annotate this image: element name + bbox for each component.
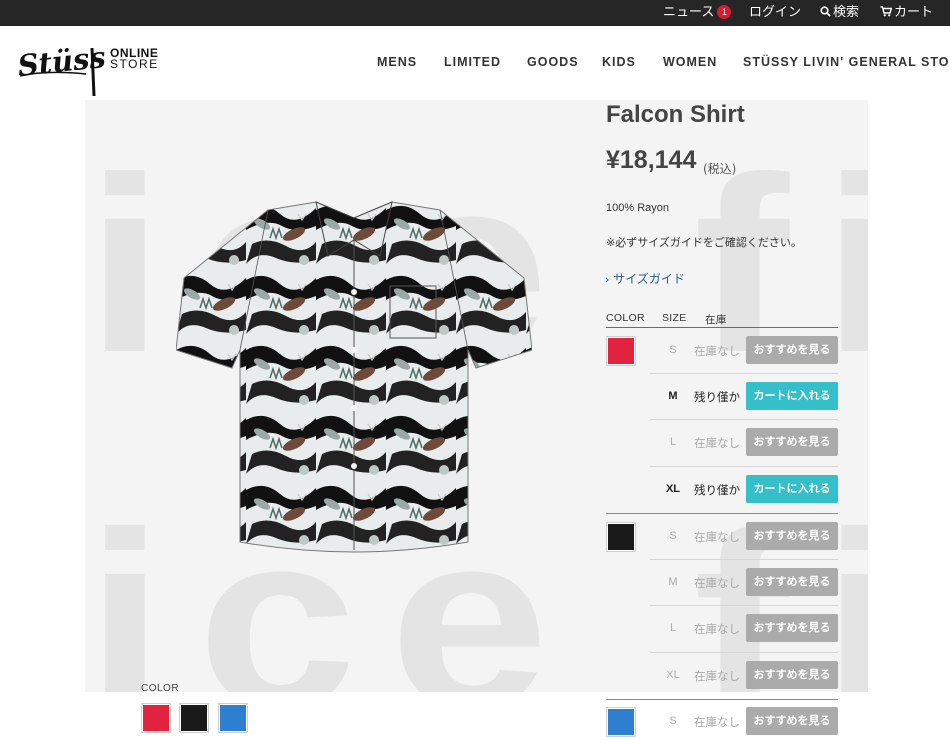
swatch-red-chip [608,338,634,364]
online-label-line2: STORE [110,57,159,71]
gallery-color-label: COLOR [141,683,180,694]
search-label: 検索 [833,5,860,20]
search-link[interactable]: 検索 [820,0,859,26]
row-divider [650,605,838,606]
size-cell: L [669,622,677,634]
thumbnail-black[interactable] [179,703,209,733]
size-cell: S [669,530,677,542]
thumbnail-red-chip [143,705,169,731]
row-divider [650,559,838,560]
nav-mens[interactable]: MENS [377,55,417,71]
news-count-badge: 1 [717,5,732,19]
header-color: COLOR [606,312,645,324]
size-cell: L [669,436,677,448]
size-guide-label: サイズガイド [613,272,685,286]
size-guide-note: ※必ずサイズガイドをご確認ください。 [606,236,802,249]
header-stock: 在庫 [705,314,727,326]
stock-cell: 在庫なし [694,715,740,729]
search-icon [820,6,831,17]
swatch-blue-chip [608,709,634,735]
stock-cell: 在庫なし [694,669,740,683]
stock-cell: 在庫なし [694,530,740,544]
recommend-button[interactable]: おすすめを見る [746,661,838,689]
nav-kids[interactable]: KIDS [602,55,636,71]
login-link[interactable]: ログイン [749,0,801,26]
stock-cell: 在庫なし [694,622,740,636]
swatch-black[interactable] [606,522,636,552]
thumbnail-blue-chip [220,705,246,731]
group-divider-2 [606,699,838,700]
add-to-cart-button[interactable]: カートに入れる [746,382,838,410]
news-link[interactable]: ニュース 1 [663,0,732,26]
recommend-button[interactable]: おすすめを見る [746,614,838,642]
size-cell: S [669,344,677,356]
chevron-right-icon: › [605,273,610,286]
nav-goods[interactable]: GOODS [527,55,579,71]
recommend-button[interactable]: おすすめを見る [746,428,838,456]
stussy-logo-mark: Stüssy [16,38,126,97]
stock-cell: 残り僅か [694,483,740,497]
nav-limited[interactable]: LIMITED [444,55,501,71]
recommend-button[interactable]: おすすめを見る [746,707,838,735]
recommend-button[interactable]: おすすめを見る [746,568,838,596]
cart-label: カート [894,5,934,20]
add-to-cart-button[interactable]: カートに入れる [746,475,838,503]
product-material: 100% Rayon [606,202,669,214]
size-guide-link[interactable]: › サイズガイド [605,270,685,287]
row-divider [650,652,838,653]
recommend-button[interactable]: おすすめを見る [746,336,838,364]
table-header-divider [606,327,838,328]
product-title: Falcon Shirt [606,101,745,128]
thumbnail-blue[interactable] [218,703,248,733]
thumbnail-red[interactable] [141,703,171,733]
row-divider [650,466,838,467]
news-label: ニュース [663,5,715,20]
size-cell: M [668,576,678,588]
swatch-blue[interactable] [606,707,636,737]
size-cell: S [669,715,677,727]
swatch-red[interactable] [606,336,636,366]
size-cell: XL [665,483,681,495]
recommend-button[interactable]: おすすめを見る [746,522,838,550]
tax-label: (税込) [703,162,737,176]
cart-icon [880,6,893,17]
swatch-black-chip [608,524,634,550]
thumbnail-black-chip [181,705,207,731]
stock-cell: 在庫なし [694,436,740,450]
group-divider-1 [606,513,838,514]
size-cell: XL [666,669,680,681]
online-store-label: ONLINE STORE [110,47,159,71]
stock-cell: 在庫なし [694,344,740,358]
stussy-logo[interactable]: Stüssy [16,36,126,98]
header-size: SIZE [662,312,687,324]
nav-general-store[interactable]: STÜSSY LIVIN' GENERAL STORE [743,55,950,71]
product-image-shirt[interactable] [176,200,532,562]
row-divider [650,419,838,420]
product-price: ¥18,144 [606,146,697,174]
nav-women[interactable]: WOMEN [663,55,717,71]
size-cell: M [668,390,678,402]
top-utility-bar: ニュース 1 ログイン 検索 カート [0,0,950,26]
cart-link[interactable]: カート [880,0,933,26]
row-divider [650,373,838,374]
stock-cell: 残り僅か [694,390,740,404]
stock-cell: 在庫なし [694,576,740,590]
